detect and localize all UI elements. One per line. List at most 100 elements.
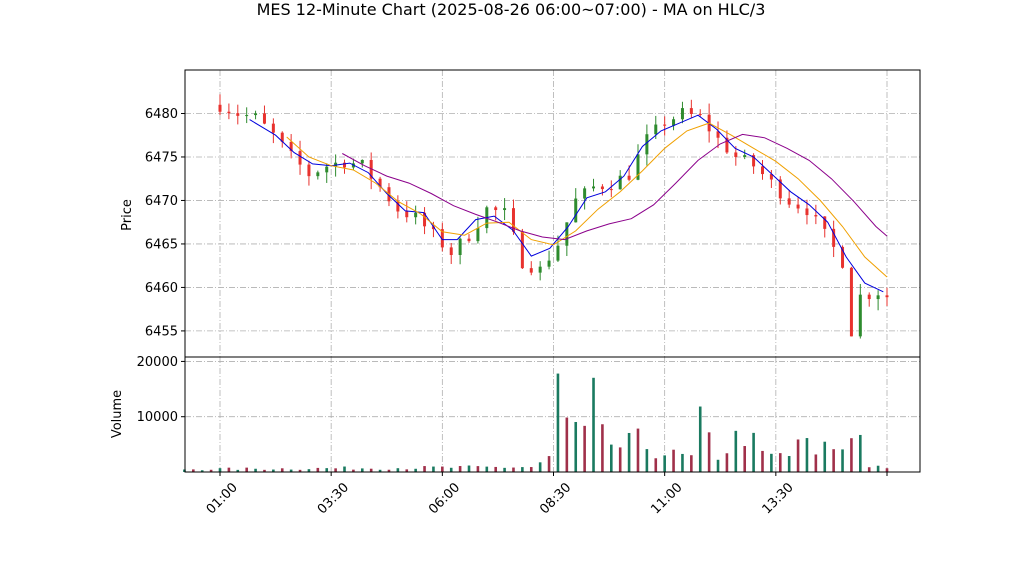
volume-bar bbox=[805, 438, 809, 472]
volume-ytick-label: 20000 bbox=[137, 355, 178, 370]
price-ytick-label: 6475 bbox=[145, 150, 178, 165]
volume-bar bbox=[432, 466, 435, 472]
volume-bar bbox=[645, 449, 649, 472]
candle-body bbox=[245, 115, 249, 117]
candle-body bbox=[760, 166, 764, 175]
candle-body bbox=[627, 175, 631, 180]
volume-bar bbox=[663, 455, 666, 472]
candle-body bbox=[405, 211, 409, 218]
volume-bar bbox=[396, 468, 400, 472]
candle-body bbox=[529, 268, 533, 273]
candle-body bbox=[494, 207, 498, 211]
volume-bar bbox=[707, 432, 711, 472]
volume-bar bbox=[529, 467, 533, 472]
volume-bar bbox=[725, 453, 729, 472]
candle-body bbox=[254, 113, 258, 116]
price-ytick-label: 6470 bbox=[145, 194, 178, 209]
candle-body bbox=[814, 215, 818, 217]
volume-bar bbox=[841, 449, 844, 472]
volume-bar bbox=[592, 377, 595, 472]
volume-bar bbox=[494, 466, 497, 472]
candle-body bbox=[227, 111, 231, 114]
candle-body bbox=[360, 159, 364, 164]
x-tick-label: 11:00 bbox=[648, 480, 685, 517]
volume-bar bbox=[636, 428, 640, 472]
price-ytick-label: 6465 bbox=[145, 237, 178, 252]
price-ytick-label: 6455 bbox=[145, 324, 178, 339]
volume-bar bbox=[859, 434, 862, 472]
volume-bar bbox=[823, 441, 827, 472]
volume-bar bbox=[850, 438, 853, 472]
x-tick-label: 08:30 bbox=[537, 480, 574, 517]
volume-bar bbox=[796, 439, 800, 472]
candle-body bbox=[600, 186, 604, 190]
candle-body bbox=[236, 113, 240, 116]
volume-bar bbox=[476, 466, 480, 472]
volume-bar bbox=[512, 467, 515, 472]
candle-body bbox=[449, 247, 453, 255]
candle-body bbox=[565, 222, 569, 246]
volume-bar bbox=[538, 462, 542, 472]
candle-body bbox=[698, 113, 702, 115]
candle-body bbox=[743, 155, 747, 158]
volume-bar bbox=[618, 447, 622, 472]
volume-bar bbox=[218, 468, 222, 472]
volume-axis-label: Volume bbox=[110, 390, 125, 438]
candle-body bbox=[538, 266, 542, 273]
volume-bar bbox=[441, 466, 444, 472]
candle-body bbox=[867, 294, 871, 300]
candle-body bbox=[307, 164, 311, 177]
candle-body bbox=[787, 198, 791, 205]
candle-body bbox=[556, 245, 560, 261]
volume-bar bbox=[503, 467, 506, 472]
volume-bar bbox=[734, 430, 738, 472]
x-tick-label: 06:00 bbox=[426, 480, 463, 517]
volume-bar bbox=[521, 467, 524, 472]
volume-bar bbox=[690, 455, 693, 472]
volume-bar bbox=[449, 467, 453, 472]
volume-bar bbox=[787, 456, 791, 472]
candle-body bbox=[609, 189, 613, 191]
candle-body bbox=[325, 166, 329, 173]
volume-bar bbox=[485, 466, 489, 472]
volume-bar bbox=[832, 449, 835, 472]
x-tick-label: 01:00 bbox=[204, 480, 241, 517]
volume-bar bbox=[574, 421, 578, 472]
volume-bar bbox=[743, 446, 747, 472]
price-ytick-label: 6480 bbox=[145, 107, 178, 122]
price-ytick-label: 6460 bbox=[145, 281, 178, 296]
volume-bar bbox=[565, 417, 569, 472]
candle-body bbox=[583, 188, 587, 199]
volume-bar bbox=[467, 465, 471, 472]
volume-bar bbox=[761, 450, 764, 472]
volume-ytick-label: 10000 bbox=[137, 410, 178, 425]
candle-body bbox=[271, 123, 275, 133]
candle-body bbox=[849, 267, 853, 337]
volume-bar bbox=[360, 468, 364, 472]
volume-bar bbox=[752, 432, 755, 472]
candle-body bbox=[467, 238, 471, 242]
candle-body bbox=[592, 186, 596, 189]
candle-body bbox=[689, 108, 693, 114]
candle-body bbox=[734, 152, 738, 158]
volume-bar bbox=[610, 444, 613, 472]
candle-body bbox=[503, 208, 507, 211]
candle-body bbox=[876, 295, 880, 300]
volume-bar bbox=[547, 456, 551, 472]
candle-body bbox=[316, 172, 320, 177]
volume-bar bbox=[343, 466, 346, 472]
x-tick-label: 13:30 bbox=[760, 480, 797, 517]
volume-bar bbox=[716, 459, 720, 472]
volume-bar bbox=[245, 467, 248, 472]
candle-body bbox=[574, 198, 578, 223]
candle-body bbox=[414, 212, 418, 218]
candle-body bbox=[663, 124, 667, 126]
volume-panel-frame bbox=[184, 356, 921, 473]
volume-panel: 10000 20000 bbox=[137, 355, 921, 473]
candle-body bbox=[680, 108, 684, 120]
volume-bar bbox=[334, 468, 337, 472]
candle-body bbox=[520, 231, 524, 269]
volume-bar bbox=[601, 424, 604, 472]
candle-body bbox=[805, 208, 809, 216]
volume-bar bbox=[325, 468, 329, 472]
